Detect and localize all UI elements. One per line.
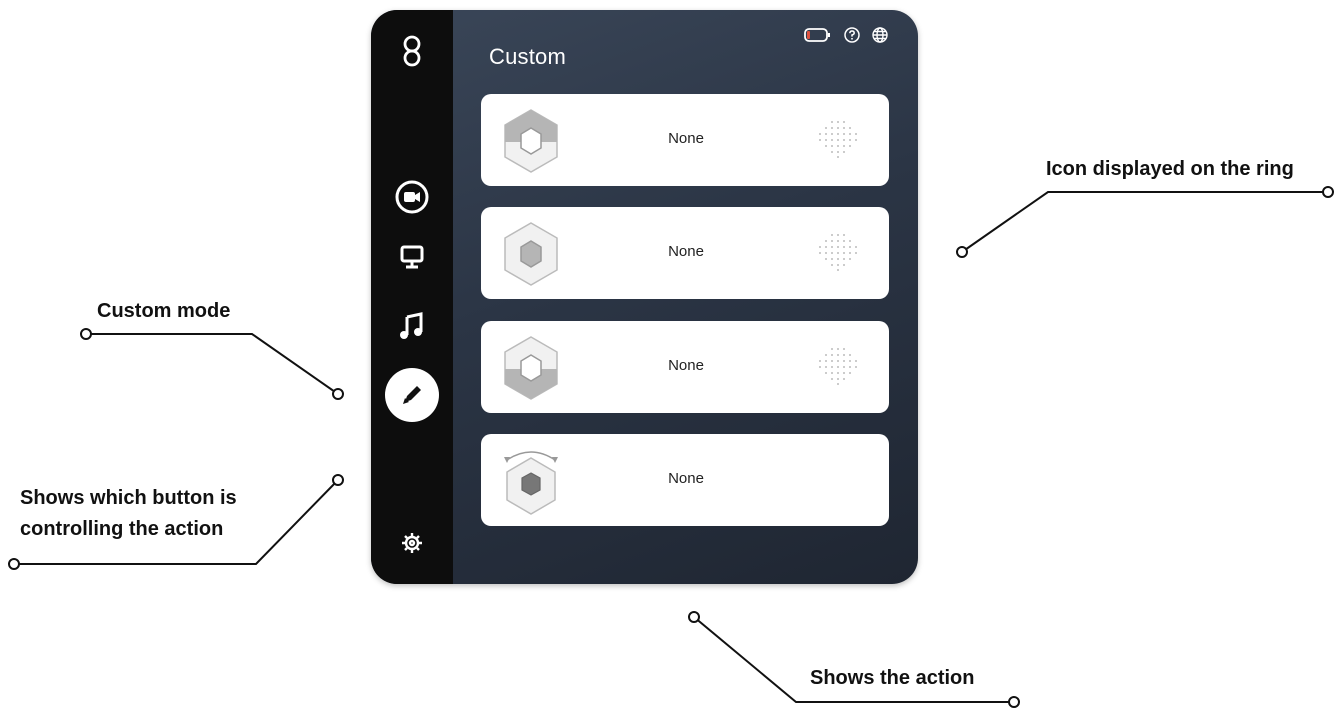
battery-icon	[804, 27, 832, 48]
rotate-hex-icon	[504, 451, 558, 515]
dot-grid-icon	[819, 234, 857, 271]
gear-icon[interactable]	[384, 515, 440, 571]
pencil-icon[interactable]	[385, 368, 439, 422]
action-label: None	[668, 243, 704, 260]
action-card[interactable]: None	[481, 434, 889, 526]
action-card[interactable]: None	[481, 94, 889, 186]
action-label: None	[668, 470, 704, 487]
callout-dot	[956, 246, 968, 258]
help-icon[interactable]	[844, 27, 860, 48]
action-label: None	[668, 357, 704, 374]
topbar	[804, 27, 888, 48]
music-note-icon[interactable]	[384, 298, 440, 354]
callout-dot	[1322, 186, 1334, 198]
callout-icon-ring: Icon displayed on the ring	[1046, 158, 1294, 180]
callout-line-custom-mode	[86, 333, 339, 395]
callout-dot	[332, 474, 344, 486]
page-title: Custom	[489, 44, 566, 69]
callout-button-control-line2: controlling the action	[20, 518, 224, 540]
dot-grid-icon	[819, 348, 857, 385]
callout-dot	[8, 558, 20, 570]
callout-dot	[332, 388, 344, 400]
video-camera-icon[interactable]	[384, 169, 440, 225]
callout-shows-action: Shows the action	[810, 667, 975, 689]
callout-dot	[1008, 696, 1020, 708]
callout-dot	[80, 328, 92, 340]
callout-button-control-line1: Shows which button is	[20, 487, 237, 509]
action-label: None	[668, 130, 704, 147]
callout-line-ring-icon	[961, 191, 1328, 253]
bottom-button-hex-icon	[504, 336, 558, 400]
action-card[interactable]: None	[481, 321, 889, 413]
action-card[interactable]: None	[481, 207, 889, 299]
callout-dot	[688, 611, 700, 623]
app-window: Custom None None None None	[371, 10, 918, 584]
logo-icon[interactable]	[384, 23, 440, 79]
callout-custom-mode: Custom mode	[97, 300, 231, 322]
monitor-icon[interactable]	[384, 229, 440, 285]
center-button-hex-icon	[504, 222, 558, 286]
globe-icon[interactable]	[872, 27, 888, 48]
sidebar	[371, 10, 453, 584]
dot-grid-icon	[819, 121, 857, 158]
top-button-hex-icon	[504, 109, 558, 173]
